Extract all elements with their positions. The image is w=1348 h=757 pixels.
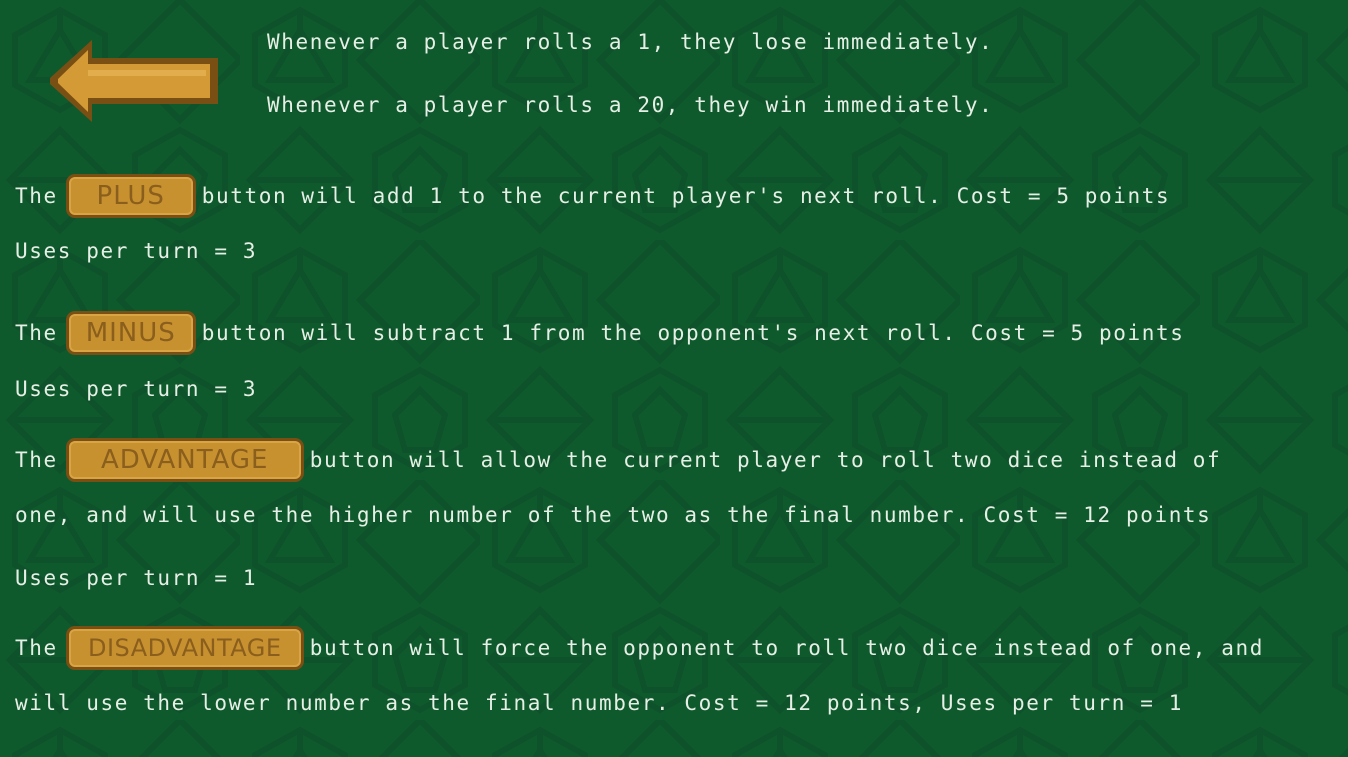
minus-uses: Uses per turn = 3 bbox=[15, 377, 258, 401]
plus-button[interactable]: PLUS bbox=[65, 174, 196, 218]
disadvantage-desc-line1: button will force the opponent to roll t… bbox=[309, 636, 1265, 660]
disadvantage-description-row: The DISADVANTAGE button will force the opp… bbox=[15, 626, 1264, 670]
plus-prefix: The bbox=[15, 184, 58, 208]
rule-roll-one: Whenever a player rolls a 1, they lose i… bbox=[267, 30, 994, 54]
plus-desc: button will add 1 to the current player'… bbox=[201, 184, 1171, 208]
advantage-desc-line1: button will allow the current player to … bbox=[309, 448, 1222, 472]
advantage-prefix: The bbox=[15, 448, 58, 472]
disadvantage-prefix: The bbox=[15, 636, 58, 660]
advantage-description-row: The ADVANTAGE button will allow the curren… bbox=[15, 438, 1221, 482]
minus-desc: button will subtract 1 from the opponent… bbox=[201, 321, 1185, 345]
rule-roll-twenty: Whenever a player rolls a 20, they win i… bbox=[267, 93, 994, 117]
disadvantage-button[interactable]: DISADVANTAGE bbox=[65, 626, 304, 670]
minus-description-row: The MINUS button will subtract 1 from the … bbox=[15, 311, 1185, 355]
plus-uses: Uses per turn = 3 bbox=[15, 239, 258, 263]
left-arrow-icon[interactable] bbox=[50, 40, 220, 122]
advantage-uses: Uses per turn = 1 bbox=[15, 566, 258, 590]
disadvantage-desc-line2: will use the lower number as the final n… bbox=[15, 691, 1183, 715]
plus-description-row: The PLUS button will add 1 to the current … bbox=[15, 174, 1170, 218]
advantage-desc-line2: one, and will use the higher number of t… bbox=[15, 503, 1212, 527]
minus-prefix: The bbox=[15, 321, 58, 345]
minus-button[interactable]: MINUS bbox=[65, 311, 196, 355]
advantage-button[interactable]: ADVANTAGE bbox=[65, 438, 304, 482]
